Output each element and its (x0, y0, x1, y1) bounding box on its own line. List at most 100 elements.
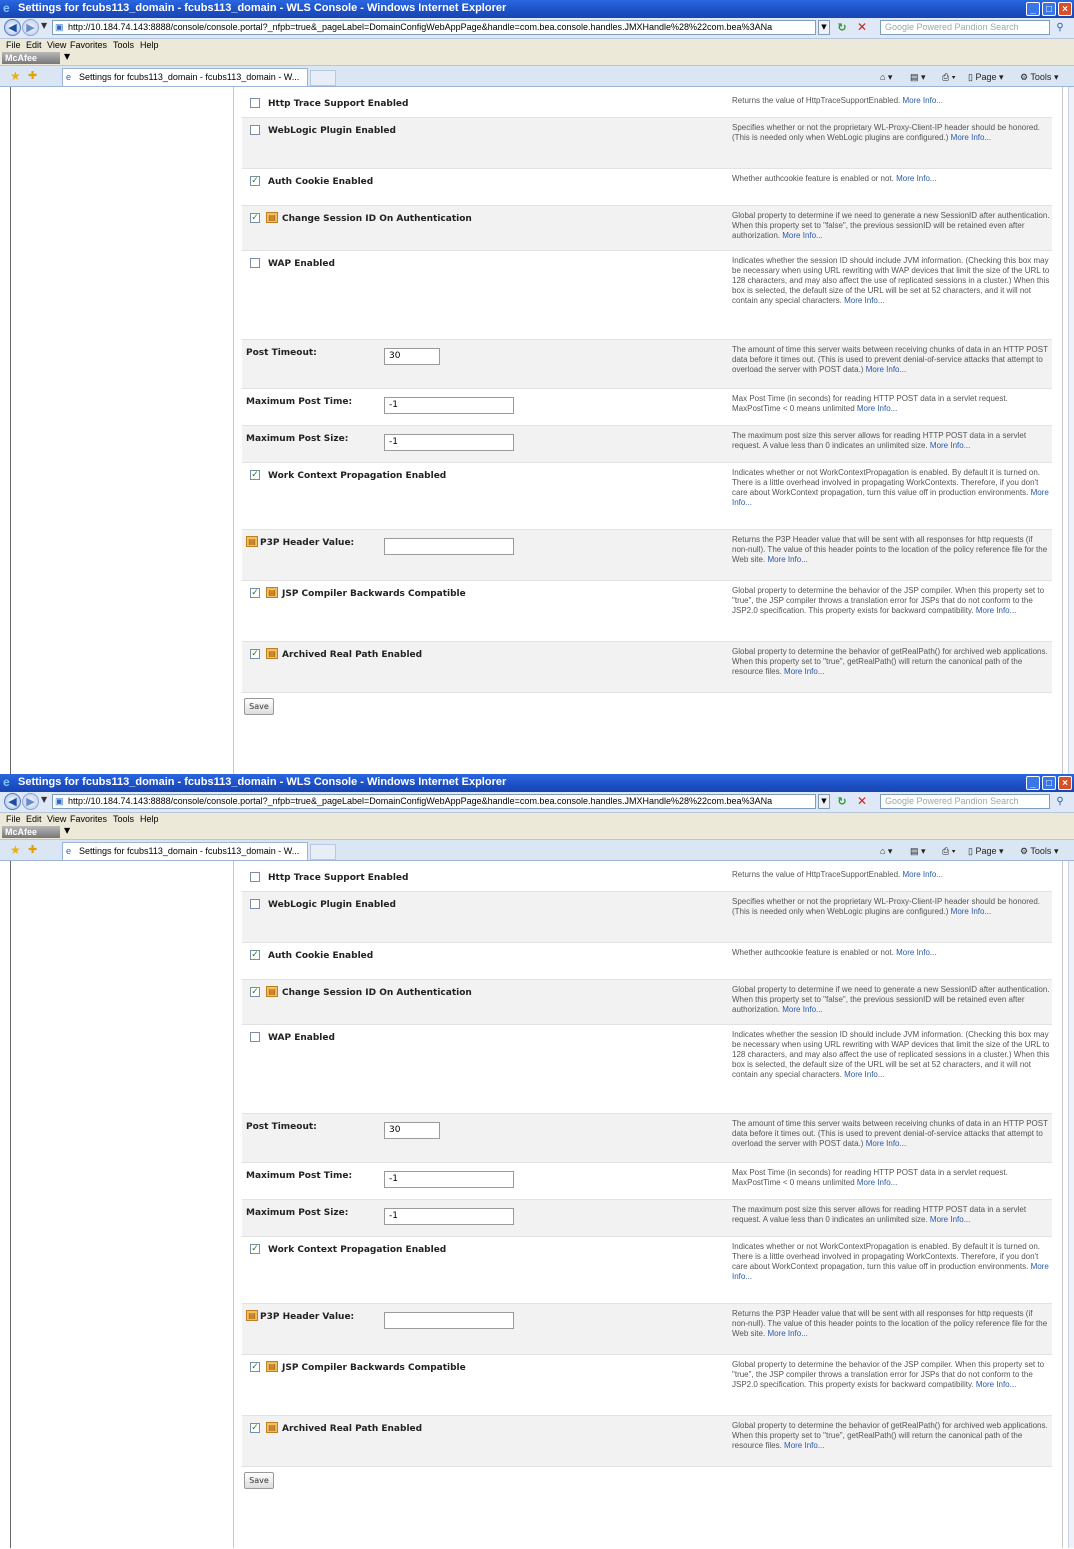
home-icon[interactable]: ⌂ ▾ (880, 70, 892, 84)
more-info-link[interactable]: More Info... (902, 96, 942, 105)
feeds-icon[interactable]: ▤ ▾ (910, 70, 926, 84)
url-dropdown-button[interactable]: ▼ (818, 20, 830, 35)
more-info-link[interactable]: More Info... (896, 174, 936, 183)
checkbox-icon[interactable] (250, 1032, 260, 1042)
forward-arrow-icon[interactable]: ▶ (22, 793, 39, 810)
forward-arrow-icon[interactable]: ▶ (22, 19, 39, 36)
tools-menu[interactable]: ⚙ Tools ▾ (1020, 70, 1058, 84)
checkbox-icon[interactable] (250, 872, 260, 882)
checkbox-icon[interactable]: ✓ (250, 987, 260, 997)
stop-icon[interactable]: ✕ (854, 794, 870, 809)
minimize-button[interactable]: _ (1026, 776, 1040, 790)
more-info-link[interactable]: More Info... (844, 1070, 884, 1079)
favorites-star-icon[interactable]: ★ (10, 843, 21, 857)
menu-help[interactable]: Help (140, 39, 159, 51)
refresh-icon[interactable]: ↻ (834, 20, 850, 35)
setting-input[interactable]: -1 (384, 1171, 514, 1188)
feeds-icon[interactable]: ▤ ▾ (910, 844, 926, 858)
more-info-link[interactable]: More Info... (930, 441, 970, 450)
url-input[interactable]: ▣ http://10.184.74.143:8888/console/conso… (52, 794, 816, 809)
add-favorites-icon[interactable]: ✚ (28, 843, 37, 856)
mcafee-dropdown[interactable]: ▼ (64, 826, 70, 835)
more-info-link[interactable]: More Info... (976, 1380, 1016, 1389)
menu-view[interactable]: View (47, 39, 66, 51)
menu-edit[interactable]: Edit (26, 813, 42, 825)
more-info-link[interactable]: More Info... (866, 1139, 906, 1148)
more-info-link[interactable]: More Info... (930, 1215, 970, 1224)
mcafee-button[interactable]: McAfee (2, 52, 60, 64)
close-button[interactable]: × (1058, 776, 1072, 790)
search-icon[interactable]: ⚲ (1052, 794, 1068, 809)
checkbox-icon[interactable]: ✓ (250, 950, 260, 960)
setting-input[interactable]: -1 (384, 397, 514, 414)
setting-input[interactable] (384, 1312, 514, 1329)
more-info-link[interactable]: More Info... (902, 870, 942, 879)
maximize-button[interactable]: □ (1042, 776, 1056, 790)
menu-tools[interactable]: Tools (113, 813, 134, 825)
setting-input[interactable] (384, 538, 514, 555)
checkbox-icon[interactable]: ✓ (250, 1423, 260, 1433)
more-info-link[interactable]: More Info... (784, 1441, 824, 1450)
tools-menu[interactable]: ⚙ Tools ▾ (1020, 844, 1058, 858)
save-button[interactable]: Save (244, 1472, 274, 1489)
more-info-link[interactable]: More Info... (782, 1005, 822, 1014)
more-info-link[interactable]: More Info... (767, 1329, 807, 1338)
print-icon[interactable]: ⎙ ▾ (942, 844, 955, 858)
stop-icon[interactable]: ✕ (854, 20, 870, 35)
browser-tab[interactable]: e Settings for fcubs113_domain - fcubs113… (62, 842, 308, 860)
setting-input[interactable]: -1 (384, 434, 514, 451)
add-favorites-icon[interactable]: ✚ (28, 69, 37, 82)
more-info-link[interactable]: More Info... (951, 133, 991, 142)
checkbox-icon[interactable] (250, 98, 260, 108)
search-icon[interactable]: ⚲ (1052, 20, 1068, 35)
favorites-star-icon[interactable]: ★ (10, 69, 21, 83)
back-arrow-icon[interactable]: ◀ (4, 19, 21, 36)
page-menu[interactable]: ▯ Page ▾ (968, 70, 1004, 84)
more-info-link[interactable]: More Info... (844, 296, 884, 305)
checkbox-icon[interactable] (250, 125, 260, 135)
vertical-scrollbar[interactable] (1068, 87, 1074, 774)
mcafee-button[interactable]: McAfee (2, 826, 60, 838)
setting-input[interactable]: -1 (384, 1208, 514, 1225)
close-button[interactable]: × (1058, 2, 1072, 16)
checkbox-icon[interactable]: ✓ (250, 176, 260, 186)
menu-edit[interactable]: Edit (26, 39, 42, 51)
history-dropdown[interactable]: ▼ (41, 795, 47, 804)
page-menu[interactable]: ▯ Page ▾ (968, 844, 1004, 858)
more-info-link[interactable]: More Info... (857, 1178, 897, 1187)
menu-file[interactable]: File (6, 39, 21, 51)
new-tab-button[interactable] (310, 70, 336, 86)
url-input[interactable]: ▣ http://10.184.74.143:8888/console/conso… (52, 20, 816, 35)
back-arrow-icon[interactable]: ◀ (4, 793, 21, 810)
new-tab-button[interactable] (310, 844, 336, 860)
more-info-link[interactable]: More Info... (767, 555, 807, 564)
menu-file[interactable]: File (6, 813, 21, 825)
vertical-scrollbar[interactable] (1068, 861, 1074, 1548)
setting-input[interactable]: 30 (384, 348, 440, 365)
more-info-link[interactable]: More Info... (951, 907, 991, 916)
checkbox-icon[interactable] (250, 899, 260, 909)
menu-view[interactable]: View (47, 813, 66, 825)
checkbox-icon[interactable]: ✓ (250, 649, 260, 659)
menu-favorites[interactable]: Favorites (70, 39, 107, 51)
search-input[interactable]: Google Powered Pandion Search (880, 20, 1050, 35)
home-icon[interactable]: ⌂ ▾ (880, 844, 892, 858)
checkbox-icon[interactable] (250, 258, 260, 268)
more-info-link[interactable]: More Info... (976, 606, 1016, 615)
checkbox-icon[interactable]: ✓ (250, 213, 260, 223)
checkbox-icon[interactable]: ✓ (250, 1362, 260, 1372)
setting-input[interactable]: 30 (384, 1122, 440, 1139)
menu-favorites[interactable]: Favorites (70, 813, 107, 825)
refresh-icon[interactable]: ↻ (834, 794, 850, 809)
save-button[interactable]: Save (244, 698, 274, 715)
url-dropdown-button[interactable]: ▼ (818, 794, 830, 809)
minimize-button[interactable]: _ (1026, 2, 1040, 16)
more-info-link[interactable]: More Info... (782, 231, 822, 240)
history-dropdown[interactable]: ▼ (41, 21, 47, 30)
mcafee-dropdown[interactable]: ▼ (64, 52, 70, 61)
checkbox-icon[interactable]: ✓ (250, 1244, 260, 1254)
print-icon[interactable]: ⎙ ▾ (942, 70, 955, 84)
checkbox-icon[interactable]: ✓ (250, 588, 260, 598)
more-info-link[interactable]: More Info... (866, 365, 906, 374)
menu-help[interactable]: Help (140, 813, 159, 825)
